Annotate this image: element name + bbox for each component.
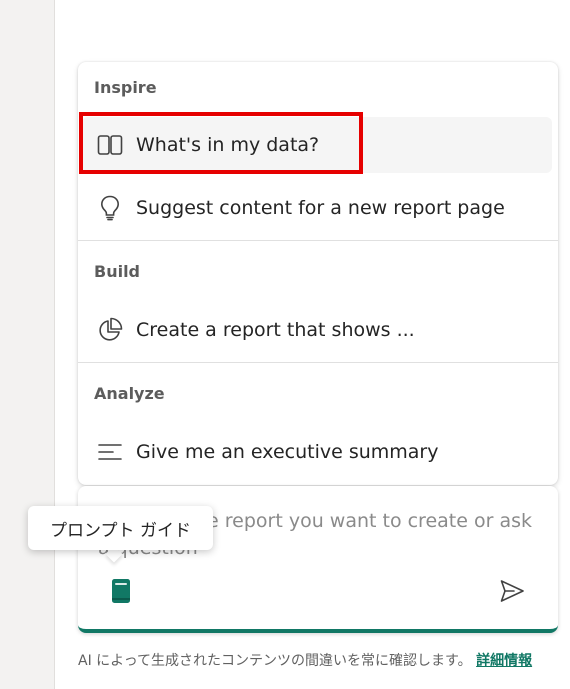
menu-divider xyxy=(78,240,558,241)
menu-item-executive-summary[interactable]: Give me an executive summary xyxy=(82,424,552,480)
menu-item-whats-in-my-data[interactable]: What's in my data? xyxy=(82,117,552,173)
prompt-guide-button[interactable] xyxy=(108,578,134,604)
menu-item-label: Create a report that shows ... xyxy=(136,319,415,341)
send-button[interactable] xyxy=(499,578,525,604)
section-header-build: Build xyxy=(94,262,141,281)
section-header-inspire: Inspire xyxy=(94,78,157,97)
menu-item-create-report[interactable]: Create a report that shows ... xyxy=(82,302,552,358)
menu-item-label: Give me an executive summary xyxy=(136,441,439,463)
section-header-analyze: Analyze xyxy=(94,384,165,403)
disclaimer-text: AI によって生成されたコンテンツの間違いを常に確認します。 xyxy=(78,653,472,669)
left-pane xyxy=(0,0,55,689)
prompt-guide-tooltip: プロンプト ガイド xyxy=(28,506,213,550)
menu-item-label: Suggest content for a new report page xyxy=(136,197,505,219)
learn-more-link[interactable]: 詳細情報 xyxy=(476,653,532,669)
lightbulb-icon xyxy=(96,194,124,222)
text-lines-icon xyxy=(96,438,124,466)
pie-chart-icon xyxy=(96,316,124,344)
menu-item-suggest-content[interactable]: Suggest content for a new report page xyxy=(82,180,552,236)
menu-divider xyxy=(78,362,558,363)
book-open-icon xyxy=(96,131,124,159)
prompt-guide-book-icon xyxy=(108,579,134,608)
prompt-suggestions-menu: Inspire What's in my data? Suggest conte… xyxy=(78,62,558,485)
ai-disclaimer: AI によって生成されたコンテンツの間違いを常に確認します。 詳細情報 xyxy=(78,650,558,672)
menu-item-label: What's in my data? xyxy=(136,134,320,156)
send-icon xyxy=(499,580,525,608)
